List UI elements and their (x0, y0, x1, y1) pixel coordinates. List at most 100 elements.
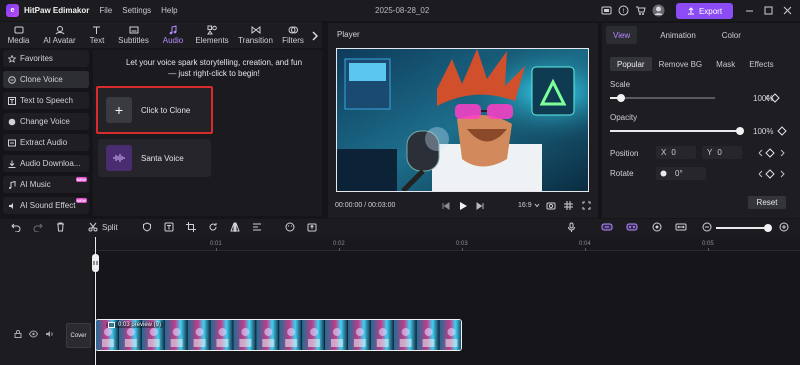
link-clips-icon[interactable] (601, 222, 613, 232)
sidebar-item-clone-voice[interactable]: Clone Voice (3, 71, 89, 88)
text-icon (92, 24, 102, 36)
tab-transition[interactable]: Transition (233, 22, 278, 48)
user-avatar[interactable] (652, 4, 665, 17)
crop-icon[interactable] (186, 222, 196, 232)
minimize-icon[interactable] (743, 4, 755, 16)
subtab-mask[interactable]: Mask (709, 57, 742, 71)
sidebar-item-favorites[interactable]: Favorites (3, 50, 89, 67)
rotate-icon[interactable] (208, 222, 218, 232)
sidebar-item-label: Text to Speech (20, 96, 73, 105)
delete-icon[interactable] (56, 222, 65, 232)
tab-view[interactable]: View (606, 26, 638, 44)
voice-wave-icon (106, 145, 132, 171)
split-button[interactable]: Split (88, 222, 118, 232)
subtab-mask-label: Mask (716, 59, 736, 69)
voice-card-santa[interactable]: Santa Voice (98, 139, 211, 177)
sidebar-item-ai-music[interactable]: AI Music NEW (3, 176, 89, 193)
subtab-popular[interactable]: Popular (610, 57, 652, 71)
fullscreen-icon[interactable] (582, 201, 591, 210)
track-visibility-icon[interactable] (29, 330, 38, 338)
ruler-tick: 0:05 (702, 241, 714, 247)
play-icon[interactable] (459, 201, 468, 211)
subtab-remove-bg[interactable]: Remove BG (652, 57, 710, 71)
zoom-out-icon[interactable] (702, 222, 712, 232)
zoom-slider[interactable] (716, 227, 766, 229)
track-mute-icon[interactable] (45, 330, 54, 338)
snapshot-icon[interactable] (546, 201, 556, 210)
scale-slider[interactable] (610, 97, 715, 99)
cart-icon[interactable] (635, 5, 646, 16)
video-preview[interactable] (336, 48, 589, 192)
rotate-field[interactable]: 0° (656, 167, 706, 180)
align-icon[interactable] (252, 222, 262, 232)
clone-card-label: Click to Clone (141, 105, 191, 115)
menu-file[interactable]: File (99, 6, 112, 15)
tab-audio[interactable]: Audio (155, 22, 191, 48)
export-button[interactable]: Export (676, 3, 733, 19)
sidebar-item-extract-audio[interactable]: Extract Audio (3, 134, 89, 151)
app-logo: e (6, 4, 19, 17)
sidebar-item-change-voice[interactable]: Change Voice (3, 113, 89, 130)
prev-frame-icon[interactable] (442, 202, 450, 210)
next-frame-icon[interactable] (476, 202, 484, 210)
keyframe-diamond-icon[interactable] (757, 148, 785, 158)
keyframe-diamond-icon[interactable] (757, 169, 785, 179)
playhead-handle[interactable] (91, 253, 100, 273)
microphone-icon[interactable] (567, 222, 576, 232)
tab-text[interactable]: Text (82, 22, 112, 48)
undo-icon[interactable] (11, 223, 21, 232)
scale-slider-knob[interactable] (616, 94, 625, 102)
shield-icon[interactable] (142, 222, 152, 232)
time-ruler[interactable] (93, 237, 800, 251)
tab-filters[interactable]: Filters (278, 22, 308, 48)
position-y-field[interactable]: Y0 (702, 146, 742, 159)
grid-icon[interactable] (564, 201, 573, 210)
tab-ai-avatar[interactable]: AI Avatar (37, 22, 82, 48)
keyframe-diamond-icon[interactable] (765, 93, 785, 103)
screen-record-icon[interactable] (601, 5, 612, 16)
tab-ai-avatar-label: AI Avatar (43, 36, 76, 45)
aspect-ratio-select[interactable]: 16:9 (518, 202, 540, 209)
face-icon[interactable] (285, 222, 295, 232)
sidebar-item-audio-download[interactable]: Audio Downloa... (3, 155, 89, 172)
mirror-icon[interactable] (230, 222, 240, 232)
position-y-label: Y (707, 148, 713, 157)
position-x-field[interactable]: X0 (656, 146, 696, 159)
reset-button[interactable]: Reset (748, 196, 786, 209)
menu-help[interactable]: Help (161, 6, 177, 15)
tab-elements[interactable]: Elements (191, 22, 233, 48)
opacity-value[interactable]: 100% (753, 127, 773, 136)
tab-audio-label: Audio (162, 36, 184, 45)
zoom-slider-knob[interactable] (764, 224, 772, 232)
tab-color[interactable]: Color (715, 26, 748, 44)
subtab-effects[interactable]: Effects (742, 57, 780, 71)
tab-media[interactable]: Media (0, 22, 37, 48)
tab-subtitles[interactable]: Subtitles (112, 22, 155, 48)
tabs-scroll-right[interactable] (308, 22, 322, 48)
opacity-slider-knob[interactable] (736, 127, 744, 135)
cover-button[interactable]: Cover (66, 323, 91, 348)
position-y-value: 0 (717, 148, 722, 157)
zoom-in-icon[interactable] (779, 222, 789, 232)
maximize-icon[interactable] (762, 4, 774, 16)
rotate-dial-icon (660, 170, 667, 177)
app-name: HitPaw Edimakor (24, 6, 90, 15)
sidebar-item-label: Clone Voice (20, 75, 63, 84)
text-box-icon[interactable] (164, 222, 174, 232)
track-lock-icon[interactable] (14, 330, 22, 338)
preview-track-icon[interactable] (652, 222, 662, 232)
redo-icon[interactable] (33, 223, 43, 232)
sidebar-item-text-to-speech[interactable]: Text to Speech (3, 92, 89, 109)
export-frame-icon[interactable] (307, 222, 317, 232)
close-icon[interactable] (781, 4, 793, 16)
menu-settings[interactable]: Settings (122, 6, 151, 15)
opacity-slider[interactable] (610, 130, 740, 132)
magnet-snap-icon[interactable] (626, 222, 638, 232)
feedback-icon[interactable]: ! (618, 5, 629, 16)
keyframe-diamond-icon[interactable] (777, 126, 787, 136)
chevron-down-icon (534, 203, 540, 208)
fit-timeline-icon[interactable] (675, 222, 687, 232)
sidebar-item-ai-sound-effect[interactable]: AI Sound Effect NEW (3, 197, 89, 214)
tab-animation[interactable]: Animation (653, 26, 703, 44)
click-to-clone-card[interactable]: + Click to Clone (96, 86, 213, 134)
